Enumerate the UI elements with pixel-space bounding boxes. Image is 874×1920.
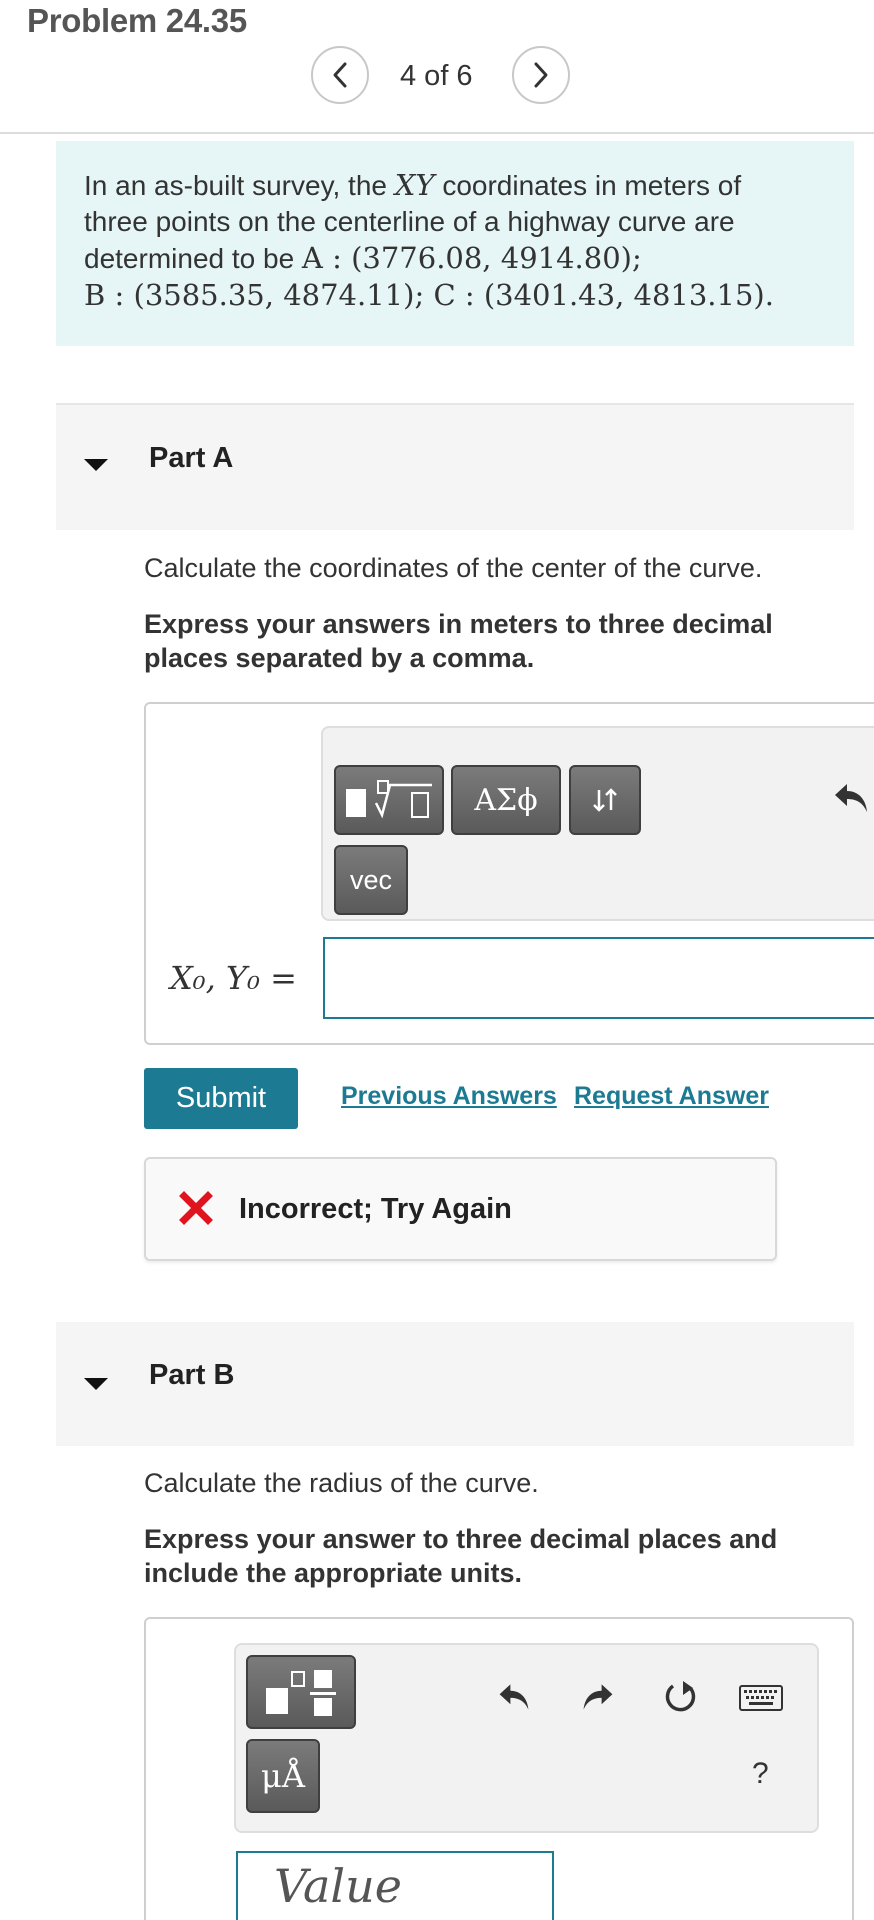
keyboard-button[interactable]: [739, 1685, 783, 1716]
statement-line-1: In an as-built survey, the XY coordinate…: [84, 168, 742, 202]
part-a-math-toolbar: ΑΣϕ vec: [321, 726, 874, 921]
chevron-right-icon: [534, 62, 548, 88]
previous-answers-link[interactable]: Previous Answers: [341, 1082, 557, 1111]
fraction-template-icon: [266, 1670, 336, 1716]
problem-pager: 4 of 6: [400, 60, 473, 92]
reset-icon: [665, 1681, 696, 1712]
updown-arrows-button[interactable]: [569, 765, 641, 835]
part-a-answer-label: X₀, Y₀ =: [170, 959, 297, 997]
error-x-icon: [179, 1191, 213, 1225]
part-b-header[interactable]: Part B: [56, 1322, 854, 1446]
feedback-box: Incorrect; Try Again: [144, 1157, 777, 1261]
help-button[interactable]: ?: [752, 1757, 769, 1791]
value-placeholder: Value: [274, 1859, 402, 1913]
part-a-answer-box: ΑΣϕ vec X₀, Y₀ =: [144, 702, 874, 1045]
part-b-question: Calculate the radius of the curve.: [144, 1468, 539, 1498]
redo-button[interactable]: [580, 1679, 616, 1720]
chevron-left-icon: [333, 62, 347, 88]
statement-line-3: determined to be A : (3776.08, 4914.80);: [84, 241, 642, 275]
part-b-instruction: Express your answer to three decimal pla…: [144, 1524, 778, 1588]
undo-icon: [835, 784, 867, 812]
greek-symbols-button[interactable]: ΑΣϕ: [451, 765, 561, 835]
units-button[interactable]: μÅ: [246, 1739, 320, 1813]
point-b: B : (3585.35, 4874.11): [84, 278, 415, 312]
keyboard-icon: [739, 1685, 783, 1711]
part-a-label: Part A: [149, 442, 234, 474]
undo-icon: [499, 1684, 529, 1710]
statement-line-4: B : (3585.35, 4874.11); C : (3401.43, 48…: [84, 278, 774, 312]
request-answer-link[interactable]: Request Answer: [574, 1082, 769, 1111]
reset-button[interactable]: [661, 1677, 701, 1722]
undo-button[interactable]: [831, 778, 871, 823]
statement-line-2: three points on the centerline of a high…: [84, 206, 735, 237]
vec-button[interactable]: vec: [334, 845, 408, 915]
point-a: A : (3776.08, 4914.80): [301, 241, 632, 275]
part-a-header[interactable]: Part A: [56, 403, 854, 530]
part-b-value-input[interactable]: Value: [236, 1851, 554, 1920]
updown-arrows-icon: [593, 788, 617, 812]
part-a-instruction: Express your answers in meters to three …: [144, 609, 773, 673]
caret-down-icon: [84, 459, 108, 471]
template-icon: [346, 780, 432, 819]
undo-button[interactable]: [496, 1679, 532, 1720]
part-a-question: Calculate the coordinates of the center …: [144, 553, 763, 583]
fraction-template-button[interactable]: [246, 1655, 356, 1729]
redo-icon: [583, 1684, 613, 1710]
problem-statement: In an as-built survey, the XY coordinate…: [56, 141, 854, 346]
point-c: C : (3401.43, 4813.15): [433, 278, 765, 312]
previous-problem-button[interactable]: [311, 46, 369, 104]
problem-header: Problem 24.35 4 of 6: [0, 0, 874, 134]
caret-down-icon: [84, 1378, 108, 1390]
feedback-text: Incorrect; Try Again: [239, 1193, 512, 1225]
part-b-label: Part B: [149, 1359, 235, 1391]
part-b-answer-box: μÅ ? Value: [144, 1617, 854, 1920]
part-a-answer-input[interactable]: [323, 937, 874, 1019]
next-problem-button[interactable]: [512, 46, 570, 104]
submit-button[interactable]: Submit: [144, 1068, 298, 1129]
template-sqrt-button[interactable]: [334, 765, 444, 835]
problem-title: Problem 24.35: [27, 2, 247, 39]
part-b-math-toolbar: μÅ ?: [234, 1643, 819, 1833]
